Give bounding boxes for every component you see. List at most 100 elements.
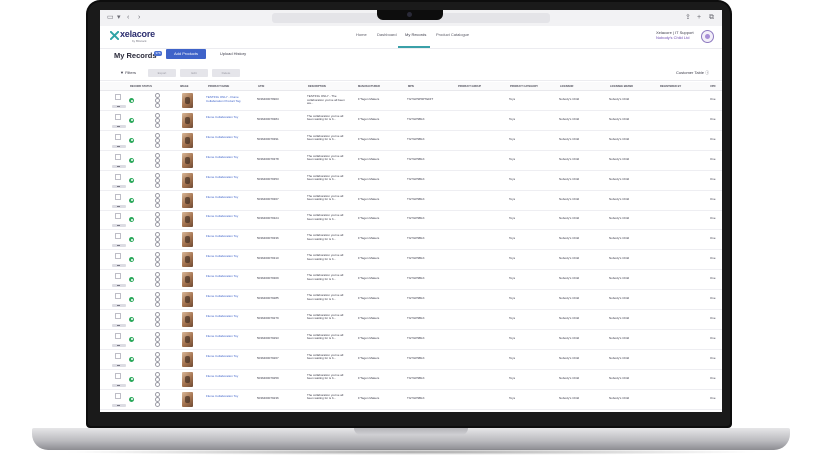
col-description[interactable]: DESCRIPTION (308, 85, 326, 88)
product-name[interactable]: Flume Collaboration Toy (206, 354, 238, 359)
product-name[interactable]: Flume Collaboration Toy (206, 314, 238, 319)
action-dot-icon[interactable] (155, 396, 160, 402)
row-version-pill[interactable] (112, 144, 126, 148)
product-name[interactable]: Flume Collaboration Toy (206, 334, 238, 339)
row-actions[interactable] (154, 112, 160, 128)
table-row[interactable]: Flume Collaboration Toy 5036460079285 The … (100, 289, 722, 310)
action-dot-icon[interactable] (155, 182, 160, 188)
customer-table-toggle[interactable]: Customer Table ⓘ (676, 70, 709, 76)
table-row[interactable]: Flume Collaboration Toy 5036460079367 The … (100, 190, 722, 211)
product-name[interactable]: Flume Collaboration Toy (206, 235, 238, 239)
row-actions[interactable] (154, 371, 160, 387)
row-checkbox[interactable] (115, 193, 121, 200)
sidebar-toggle-icon[interactable]: ▭ (107, 14, 114, 22)
product-thumbnail[interactable] (182, 93, 193, 108)
row-actions[interactable] (154, 152, 160, 168)
product-name[interactable]: Flume Collaboration Toy (206, 374, 238, 379)
row-checkbox[interactable] (115, 133, 121, 140)
product-name[interactable]: Flume Collaboration Toy (206, 215, 238, 219)
product-thumbnail[interactable] (182, 192, 193, 208)
table-row[interactable]: Flume Collaboration Toy 5036460079324 The … (100, 209, 722, 231)
row-actions[interactable] (154, 172, 160, 188)
table-row[interactable]: Flume Collaboration Toy 5036460079391 The … (100, 130, 722, 151)
col-upd[interactable]: UPD (710, 85, 715, 88)
row-checkbox[interactable] (115, 352, 121, 359)
product-thumbnail[interactable] (182, 232, 193, 248)
table-row[interactable]: Flume Collaboration Toy 5036460079310 The … (100, 249, 722, 271)
product-thumbnail[interactable] (182, 152, 193, 168)
action-dot-icon[interactable] (155, 202, 160, 208)
action-dot-icon[interactable] (155, 391, 160, 397)
row-actions[interactable] (154, 351, 160, 367)
action-dot-icon[interactable] (155, 142, 160, 148)
row-version-pill[interactable] (112, 363, 126, 367)
action-dot-icon[interactable] (155, 376, 160, 382)
col-gtin[interactable]: GTIN (258, 85, 264, 88)
row-version-pill[interactable] (112, 164, 126, 168)
row-version-pill[interactable] (112, 304, 126, 307)
row-checkbox[interactable] (115, 332, 121, 339)
product-name[interactable]: Flume Collaboration Toy (206, 274, 238, 279)
new-tab-icon[interactable]: + (697, 14, 701, 22)
product-thumbnail[interactable] (182, 292, 193, 307)
row-version-pill[interactable] (112, 244, 126, 248)
table-row[interactable]: Flume Collaboration Toy 5036460079384 The … (100, 110, 722, 131)
col-registered-by[interactable]: REGISTERED BY (660, 85, 681, 88)
nav-home[interactable]: Home (356, 32, 367, 37)
row-actions[interactable] (154, 132, 160, 148)
upload-history-link[interactable]: Upload History (217, 49, 249, 59)
col-product-group[interactable]: PRODUCT GROUP (458, 85, 481, 88)
action-dot-icon[interactable] (155, 152, 160, 158)
row-actions[interactable] (154, 192, 160, 208)
row-checkbox[interactable] (115, 253, 121, 260)
row-version-pill[interactable] (112, 224, 126, 228)
row-version-pill[interactable] (112, 105, 126, 108)
chevron-down-icon[interactable]: ▾ (117, 14, 121, 22)
product-thumbnail[interactable] (182, 252, 193, 268)
table-row[interactable]: Flume Collaboration Toy 5036460079267 The … (100, 349, 722, 370)
product-name[interactable]: Flume Collaboration Toy (206, 135, 238, 140)
row-checkbox[interactable] (115, 213, 121, 220)
export-button[interactable]: Export (148, 69, 176, 77)
table-row[interactable]: Flume Collaboration Toy 5036460079293 The … (100, 329, 722, 350)
product-name[interactable]: Flume Collaboration Toy (206, 175, 238, 180)
product-name[interactable]: Flume Collaboration Toy (206, 155, 238, 160)
row-actions[interactable] (154, 93, 160, 108)
action-dot-icon[interactable] (155, 321, 160, 327)
row-version-pill[interactable] (112, 264, 126, 268)
row-checkbox[interactable] (115, 94, 121, 100)
action-dot-icon[interactable] (155, 302, 160, 307)
table-row[interactable]: Flume Collaboration Toy 5036460079336 The … (100, 229, 722, 251)
table-row[interactable]: TESTING ONLY - Flume Collaboration Produc… (100, 90, 722, 111)
table-row[interactable]: Flume Collaboration Toy 5036460079309 The … (100, 269, 722, 291)
tabs-overview-icon[interactable]: ⧉ (709, 14, 714, 22)
xelacore-logo[interactable]: xelacore by Bitstock (110, 29, 155, 43)
col-product-name[interactable]: PRODUCT NAME (208, 85, 229, 88)
action-dot-icon[interactable] (155, 371, 160, 377)
action-dot-icon[interactable] (155, 356, 160, 362)
add-products-button[interactable]: Add Products (166, 49, 206, 59)
row-version-pill[interactable] (112, 383, 126, 387)
row-checkbox[interactable] (115, 153, 121, 160)
table-row[interactable]: Flume Collaboration Toy 5036460079378 The … (100, 150, 722, 171)
product-thumbnail[interactable] (182, 311, 193, 327)
row-checkbox[interactable] (115, 312, 121, 319)
forward-icon[interactable]: › (138, 14, 140, 22)
row-actions[interactable] (154, 232, 160, 248)
col-mpn[interactable]: MPN (408, 85, 414, 88)
back-icon[interactable]: ‹ (127, 14, 129, 22)
col-manufacturer[interactable]: MANUFACTURER (358, 85, 380, 88)
table-row[interactable]: Flume Collaboration Toy 5036460079279 The … (100, 309, 722, 330)
nav-my-records[interactable]: My Records (405, 32, 426, 37)
action-dot-icon[interactable] (155, 222, 160, 228)
delete-button[interactable]: Delete (212, 69, 240, 77)
nav-dashboard[interactable]: Dashboard (377, 32, 397, 37)
action-dot-icon[interactable] (155, 262, 160, 268)
row-actions[interactable] (154, 212, 160, 228)
action-dot-icon[interactable] (155, 282, 160, 288)
row-actions[interactable] (154, 292, 160, 307)
edit-button[interactable]: Edit (180, 69, 208, 77)
row-version-pill[interactable] (112, 184, 126, 188)
product-thumbnail[interactable] (182, 132, 193, 148)
row-actions[interactable] (154, 391, 160, 407)
